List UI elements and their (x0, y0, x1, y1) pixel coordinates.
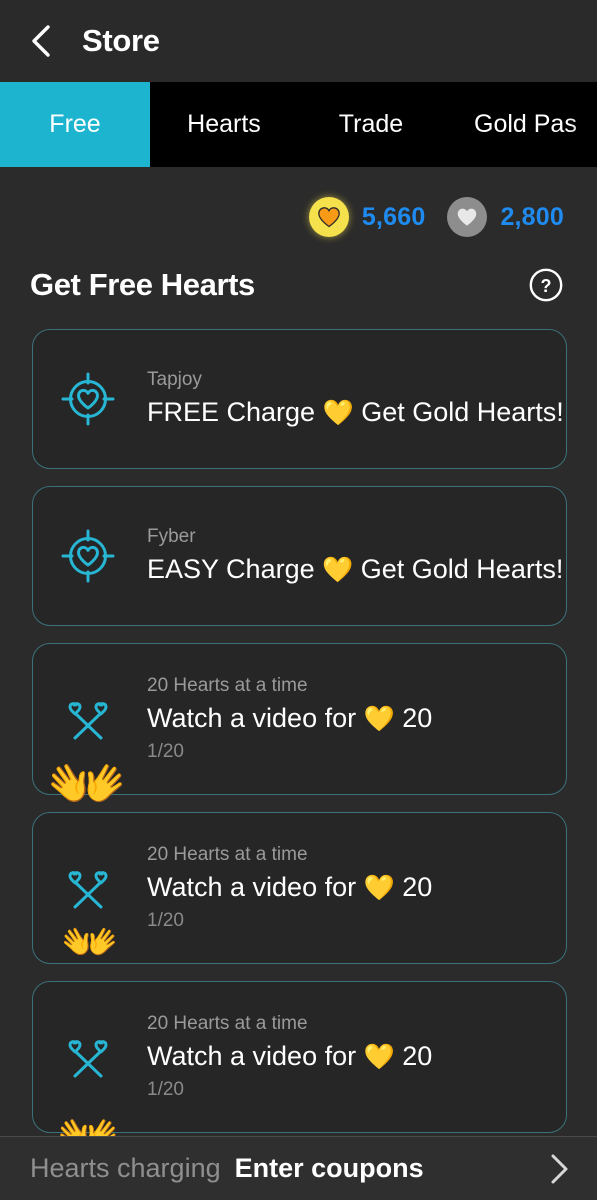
tab-hearts[interactable]: Hearts (150, 82, 298, 167)
question-mark-circle-icon[interactable]: ? (528, 267, 564, 303)
gold-heart-value: 5,660 (361, 202, 426, 231)
offer-card-watch-video-3[interactable]: 20 Hearts at a time Watch a video for 💛 … (32, 981, 567, 1160)
gold-heart-emoji: 💛 (363, 1043, 395, 1072)
offer-title: Watch a video for 💛 20 (147, 700, 432, 737)
offer-title: Watch a video for 💛 20 (147, 869, 432, 906)
offer-text: 20 Hearts at a time Watch a video for 💛 … (147, 1011, 432, 1104)
offer-text: 20 Hearts at a time Watch a video for 💛 … (147, 842, 432, 935)
white-heart-coin-icon (447, 197, 488, 237)
offer-provider: Fyber (147, 525, 196, 547)
open-hands-emoji: 👐 (61, 916, 119, 968)
gold-heart-emoji: 💛 (363, 874, 395, 903)
store-body: 5,660 2,800 Get Free Hearts ? Tapjoy FRE… (0, 167, 597, 1200)
chevron-left-icon[interactable] (26, 24, 56, 58)
offer-progress: 1/20 (147, 909, 184, 931)
crossed-heart-wands-icon (68, 871, 108, 909)
offer-text: Fyber EASY Charge 💛 Get Gold Hearts! (147, 524, 563, 588)
enter-coupons-label: Enter coupons (234, 1153, 424, 1183)
target-heart-icon (61, 529, 115, 583)
gold-heart-emoji: 💛 (363, 705, 395, 734)
gold-heart-emoji: 💛 (322, 399, 354, 428)
offer-title-post: 20 (394, 872, 433, 903)
offer-card-fyber[interactable]: Fyber EASY Charge 💛 Get Gold Hearts! (32, 486, 567, 626)
offer-card-watch-video-1[interactable]: 20 Hearts at a time Watch a video for 💛 … (32, 643, 567, 816)
offer-title-post: 20 (394, 703, 433, 734)
bottom-bar[interactable]: Hearts charging Enter coupons (0, 1136, 597, 1200)
tab-bar: Free Hearts Trade Gold Pas (0, 82, 597, 167)
offer-progress: 1/20 (147, 1078, 184, 1100)
section-header: Get Free Hearts ? (0, 237, 597, 303)
hearts-charging-label: Hearts charging (30, 1153, 221, 1183)
offer-title-post: 20 (394, 1041, 433, 1072)
crossed-heart-wands-icon (68, 1040, 108, 1078)
offer-title-pre: Watch a video for (147, 1041, 364, 1072)
gold-heart-balance[interactable]: 5,660 (308, 197, 426, 237)
gold-heart-emoji: 💛 (322, 556, 354, 585)
offer-list: Tapjoy FREE Charge 💛 Get Gold Hearts! Fy… (0, 303, 597, 1160)
crossed-heart-wands-icon (68, 702, 108, 740)
offer-title-post: Get Gold Hearts! (353, 554, 564, 585)
tab-gold-pass[interactable]: Gold Pas (444, 82, 597, 167)
offer-text: Tapjoy FREE Charge 💛 Get Gold Hearts! (147, 367, 564, 431)
open-hands-emoji: 👐 (47, 748, 127, 820)
offer-card-watch-video-2[interactable]: 20 Hearts at a time Watch a video for 💛 … (32, 812, 567, 968)
tab-trade[interactable]: Trade (298, 82, 444, 167)
offer-title: FREE Charge 💛 Get Gold Hearts! (147, 394, 564, 431)
offer-provider: 20 Hearts at a time (147, 1012, 308, 1034)
offer-provider: Tapjoy (147, 368, 202, 390)
offer-title: Watch a video for 💛 20 (147, 1038, 432, 1075)
offer-title-pre: EASY Charge (147, 554, 323, 585)
store-screen: Store Free Hearts Trade Gold Pas 5,660 2… (0, 0, 597, 1200)
silver-heart-value: 2,800 (500, 202, 564, 231)
offer-card-tapjoy[interactable]: Tapjoy FREE Charge 💛 Get Gold Hearts! (32, 329, 567, 469)
svg-text:?: ? (541, 276, 552, 296)
silver-heart-balance[interactable]: 2,800 (447, 197, 564, 237)
offer-text: 20 Hearts at a time Watch a video for 💛 … (147, 673, 432, 766)
chevron-right-icon[interactable] (547, 1152, 573, 1186)
gold-heart-coin-icon (308, 197, 349, 237)
currency-row: 5,660 2,800 (0, 167, 597, 237)
offer-progress: 1/20 (147, 740, 184, 762)
offer-provider: 20 Hearts at a time (147, 843, 308, 865)
target-heart-icon (61, 372, 115, 426)
offer-title-pre: Watch a video for (147, 703, 364, 734)
page-title: Store (82, 23, 160, 58)
app-header: Store (0, 0, 597, 82)
offer-provider: 20 Hearts at a time (147, 674, 308, 696)
offer-title-pre: FREE Charge (147, 397, 323, 428)
tab-free[interactable]: Free (0, 82, 150, 167)
offer-title-pre: Watch a video for (147, 872, 364, 903)
offer-title: EASY Charge 💛 Get Gold Hearts! (147, 551, 563, 588)
offer-title-post: Get Gold Hearts! (353, 397, 564, 428)
section-title: Get Free Hearts (30, 267, 255, 302)
